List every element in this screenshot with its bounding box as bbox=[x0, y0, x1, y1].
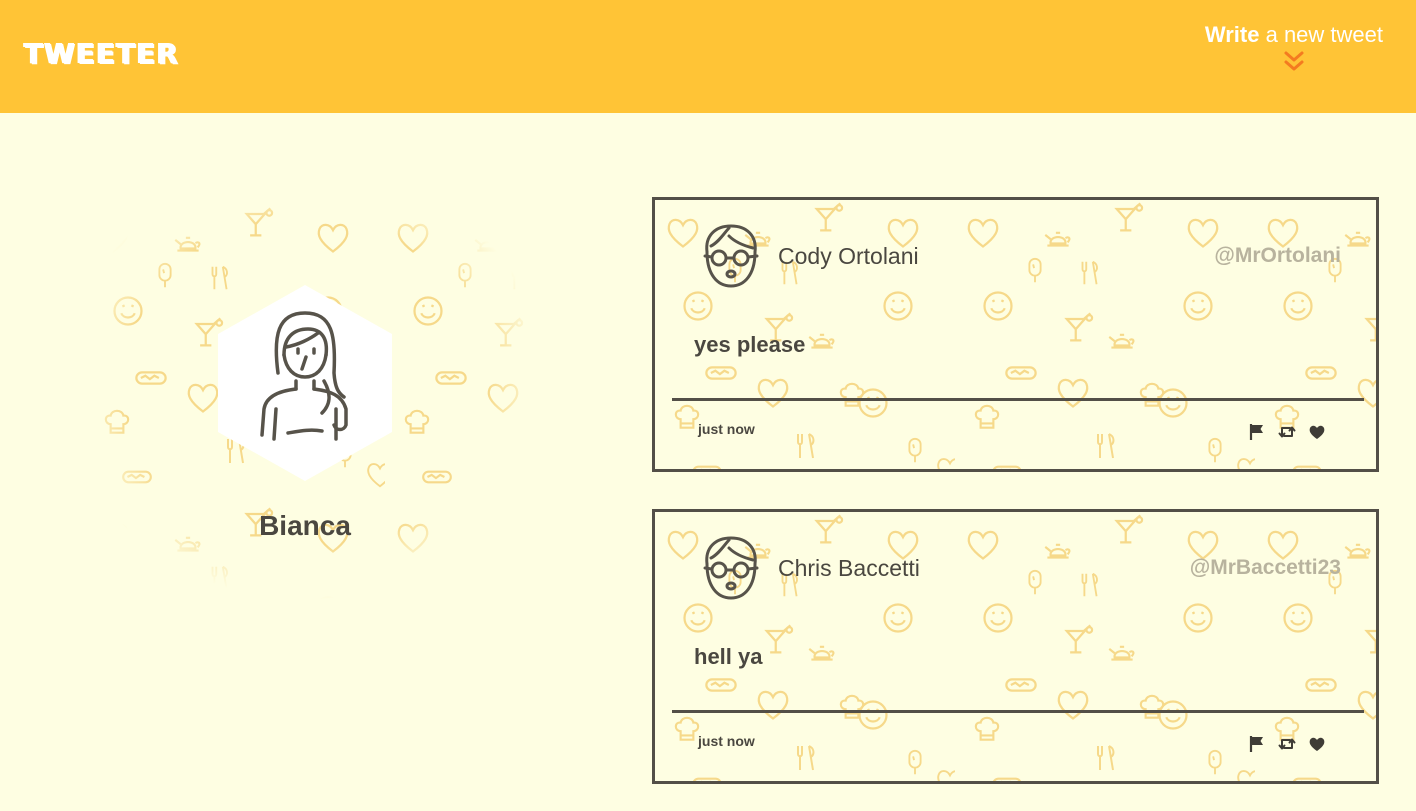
tweet-divider bbox=[672, 710, 1364, 713]
compose-label-bold: Write bbox=[1204, 22, 1260, 47]
tweet-author-name[interactable]: Cody Ortolani bbox=[778, 243, 919, 270]
tweet-content: yes please bbox=[694, 332, 806, 357]
heart-icon[interactable] bbox=[1308, 735, 1326, 753]
retweet-icon[interactable] bbox=[1278, 735, 1296, 753]
flag-icon[interactable] bbox=[1248, 735, 1266, 753]
tweet-divider bbox=[672, 398, 1364, 401]
tweet-author-name[interactable]: Chris Baccetti bbox=[778, 555, 920, 582]
tweet-card: Chris Baccetti @MrBaccetti23 hell ya jus… bbox=[652, 509, 1379, 784]
tweet-timestamp: just now bbox=[698, 733, 755, 749]
flag-icon[interactable] bbox=[1248, 423, 1266, 441]
profile-avatar[interactable] bbox=[218, 285, 392, 481]
brand-logo[interactable]: TWEETER bbox=[24, 37, 179, 70]
tweet-actions bbox=[1248, 735, 1326, 753]
profile-section: Bianca bbox=[85, 205, 525, 600]
tweet-author-handle[interactable]: @MrBaccetti23 bbox=[1190, 556, 1341, 580]
tweet-content: hell ya bbox=[694, 644, 763, 669]
tweet-author-handle[interactable]: @MrOrtolani bbox=[1214, 244, 1341, 268]
man-glasses-avatar-icon[interactable] bbox=[699, 222, 763, 290]
profile-name: Bianca bbox=[259, 510, 351, 541]
compose-toggle-button[interactable]: Write a new tweet bbox=[1205, 22, 1383, 72]
compose-label: a new tweet bbox=[1259, 22, 1383, 47]
double-chevron-down-icon[interactable] bbox=[1282, 50, 1306, 72]
tweet-timestamp: just now bbox=[698, 421, 755, 437]
heart-icon[interactable] bbox=[1308, 423, 1326, 441]
navbar: TWEETER Write a new tweet bbox=[0, 0, 1416, 113]
man-glasses-avatar-icon[interactable] bbox=[699, 534, 763, 602]
tweet-actions bbox=[1248, 423, 1326, 441]
tweet-card: Cody Ortolani @MrOrtolani yes please jus… bbox=[652, 197, 1379, 472]
retweet-icon[interactable] bbox=[1278, 423, 1296, 441]
